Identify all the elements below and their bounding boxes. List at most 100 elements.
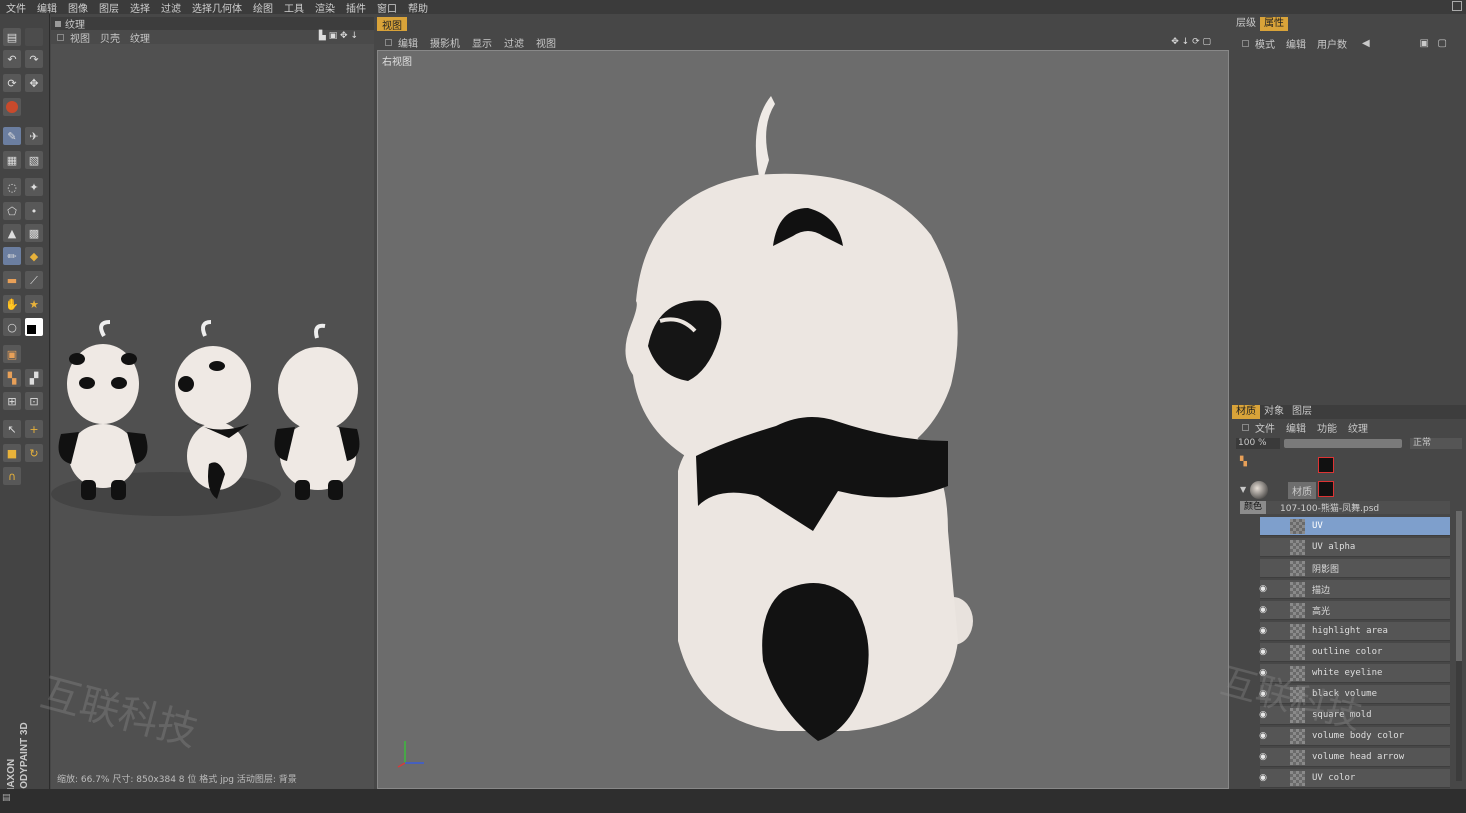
tab-objects[interactable]: 对象	[1260, 405, 1288, 419]
star-icon[interactable]: ★	[25, 295, 43, 313]
tab-materials[interactable]: 材质	[1232, 405, 1260, 419]
airbrush-icon[interactable]: ✈	[25, 127, 43, 145]
lock-icon[interactable]: ▣	[1420, 38, 1429, 49]
pan-icon[interactable]: ✥	[25, 74, 43, 92]
eye-icon[interactable]	[1256, 542, 1270, 553]
hand-icon[interactable]: ✋	[3, 295, 21, 313]
menu-grip-icon[interactable]	[1242, 39, 1249, 47]
layer-row[interactable]: ◉ volume head arrow	[1259, 748, 1450, 767]
viewport-nav-icons[interactable]: ✥ ↓ ⟳ ▢	[1171, 37, 1211, 47]
brush-icon[interactable]: ✎	[3, 127, 21, 145]
opacity-slider[interactable]	[1284, 438, 1402, 448]
eye-icon[interactable]: ◉	[1256, 584, 1270, 595]
layer-row[interactable]: ◉ 高光	[1259, 601, 1450, 620]
checker-icon[interactable]: ▩	[25, 224, 43, 242]
color-channel-row[interactable]: 颜色 107-100-熊猫-凤舞.psd	[1240, 501, 1450, 514]
menu-select-geometry[interactable]: 选择几何体	[192, 0, 242, 15]
menu-grip-icon[interactable]	[1242, 423, 1249, 431]
new-panel-icon[interactable]: ▢	[1438, 38, 1447, 49]
material-name[interactable]: 材质	[1288, 482, 1316, 499]
eye-icon[interactable]: ◉	[1256, 773, 1270, 784]
layers-menu-texture[interactable]: 纹理	[1348, 420, 1368, 435]
scale-icon[interactable]: ■	[3, 444, 21, 462]
zoom-field[interactable]: 100 %	[1236, 437, 1280, 449]
render-sphere-icon[interactable]	[3, 98, 21, 116]
circle-select-icon[interactable]: ○	[3, 318, 21, 336]
eye-icon[interactable]: ◉	[1256, 605, 1270, 616]
uv-points-icon[interactable]: ▚	[3, 369, 21, 387]
uv-map-icon[interactable]: ⊡	[25, 392, 43, 410]
status-icon[interactable]: ▤	[2, 793, 16, 805]
stamp-icon[interactable]: ▦	[3, 151, 21, 169]
layout-icon[interactable]: ▤	[3, 28, 21, 46]
uv-polygons-icon[interactable]: ▞	[25, 369, 43, 387]
menu-edit[interactable]: 编辑	[37, 0, 57, 15]
attr-menu-edit[interactable]: 编辑	[1286, 36, 1306, 51]
lasso-icon[interactable]: ◌	[3, 178, 21, 196]
back-arrow-icon[interactable]: ◀	[1362, 38, 1370, 49]
viewport-3d[interactable]: 右视图	[377, 50, 1229, 789]
maximize-icon[interactable]	[1452, 1, 1462, 11]
pencil-icon[interactable]: ✏	[3, 247, 21, 265]
menu-image[interactable]: 图像	[68, 0, 88, 15]
texture-menu-mesh[interactable]: 贝壳	[100, 30, 120, 45]
layer-row[interactable]: ◉ 描边	[1259, 580, 1450, 599]
texture-menu-texture[interactable]: 纹理	[130, 30, 150, 45]
viewport-menu-view[interactable]: 视图	[536, 35, 556, 50]
menu-grip-icon[interactable]	[385, 38, 392, 46]
layer-row[interactable]: ◉ UV color	[1259, 769, 1450, 788]
panel-grip-icon[interactable]	[55, 20, 61, 27]
menu-filter[interactable]: 过滤	[161, 0, 181, 15]
eye-icon[interactable]	[1256, 521, 1270, 532]
attr-menu-userdata[interactable]: 用户数	[1317, 36, 1347, 51]
layer-scrollbar[interactable]	[1456, 511, 1462, 781]
menu-render[interactable]: 渲染	[315, 0, 335, 15]
viewport-menu-edit[interactable]: 编辑	[398, 35, 418, 50]
eye-icon[interactable]: ◉	[1256, 752, 1270, 763]
menu-window[interactable]: 窗口	[377, 0, 397, 15]
layers-menu-functions[interactable]: 功能	[1317, 420, 1337, 435]
move-icon[interactable]: ↖	[3, 420, 21, 438]
layer-row[interactable]: ◉ highlight area	[1259, 622, 1450, 641]
tab-attributes[interactable]: 属性	[1260, 17, 1288, 31]
gradient-icon[interactable]: ◆	[25, 247, 43, 265]
viewport-tab[interactable]: 视图	[377, 17, 407, 32]
eye-icon[interactable]: ◉	[1256, 626, 1270, 637]
blend-mode-select[interactable]: 正常	[1410, 437, 1462, 449]
eraser-icon[interactable]: ▬	[3, 271, 21, 289]
magnet-icon[interactable]: ∩	[3, 467, 21, 485]
viewport-menu-filter[interactable]: 过滤	[504, 35, 524, 50]
menu-help[interactable]: 帮助	[408, 0, 428, 15]
undo-icon[interactable]: ↶	[3, 50, 21, 68]
attr-menu-mode[interactable]: 模式	[1255, 36, 1275, 51]
expand-icon[interactable]: ▼	[1240, 485, 1246, 494]
eye-icon[interactable]: ◉	[1256, 647, 1270, 658]
layer-row[interactable]: ◉ outline color	[1259, 643, 1450, 662]
rotate-view-icon[interactable]: ⟳	[3, 74, 21, 92]
blank-tool-icon[interactable]	[25, 28, 43, 46]
material-row[interactable]: ▼ 材质	[1240, 481, 1460, 501]
viewport-menu-camera[interactable]: 摄影机	[430, 35, 460, 50]
layer-row[interactable]: UV alpha	[1260, 538, 1450, 557]
polygon-select-icon[interactable]: ⬠	[3, 202, 21, 220]
smudge-icon[interactable]: ▧	[25, 151, 43, 169]
material-tools-icon[interactable]: ▚	[1240, 457, 1247, 467]
menu-select[interactable]: 选择	[130, 0, 150, 15]
viewport-menu-display[interactable]: 显示	[472, 35, 492, 50]
layer-row[interactable]: 阴影图	[1260, 559, 1450, 578]
layers-menu-edit[interactable]: 编辑	[1286, 420, 1306, 435]
texture-nav-icons[interactable]: ▙ ▣ ✥ ↓	[319, 31, 358, 41]
magic-wand-icon[interactable]: ✦	[25, 178, 43, 196]
redo-icon[interactable]: ↷	[25, 50, 43, 68]
rotate-icon[interactable]: ↻	[25, 444, 43, 462]
scrollbar-thumb[interactable]	[1456, 511, 1462, 661]
uv-grid-icon[interactable]: ⊞	[3, 392, 21, 410]
tab-layers[interactable]: 图层	[1288, 405, 1316, 419]
layer-row[interactable]: UV	[1260, 517, 1450, 536]
layers-menu-file[interactable]: 文件	[1255, 420, 1275, 435]
menu-tools[interactable]: 工具	[284, 0, 304, 15]
eye-icon[interactable]	[1256, 563, 1270, 574]
material-preview-icon[interactable]	[1318, 457, 1334, 473]
texture-menu-view[interactable]: 视图	[70, 30, 90, 45]
menu-paint[interactable]: 绘图	[253, 0, 273, 15]
